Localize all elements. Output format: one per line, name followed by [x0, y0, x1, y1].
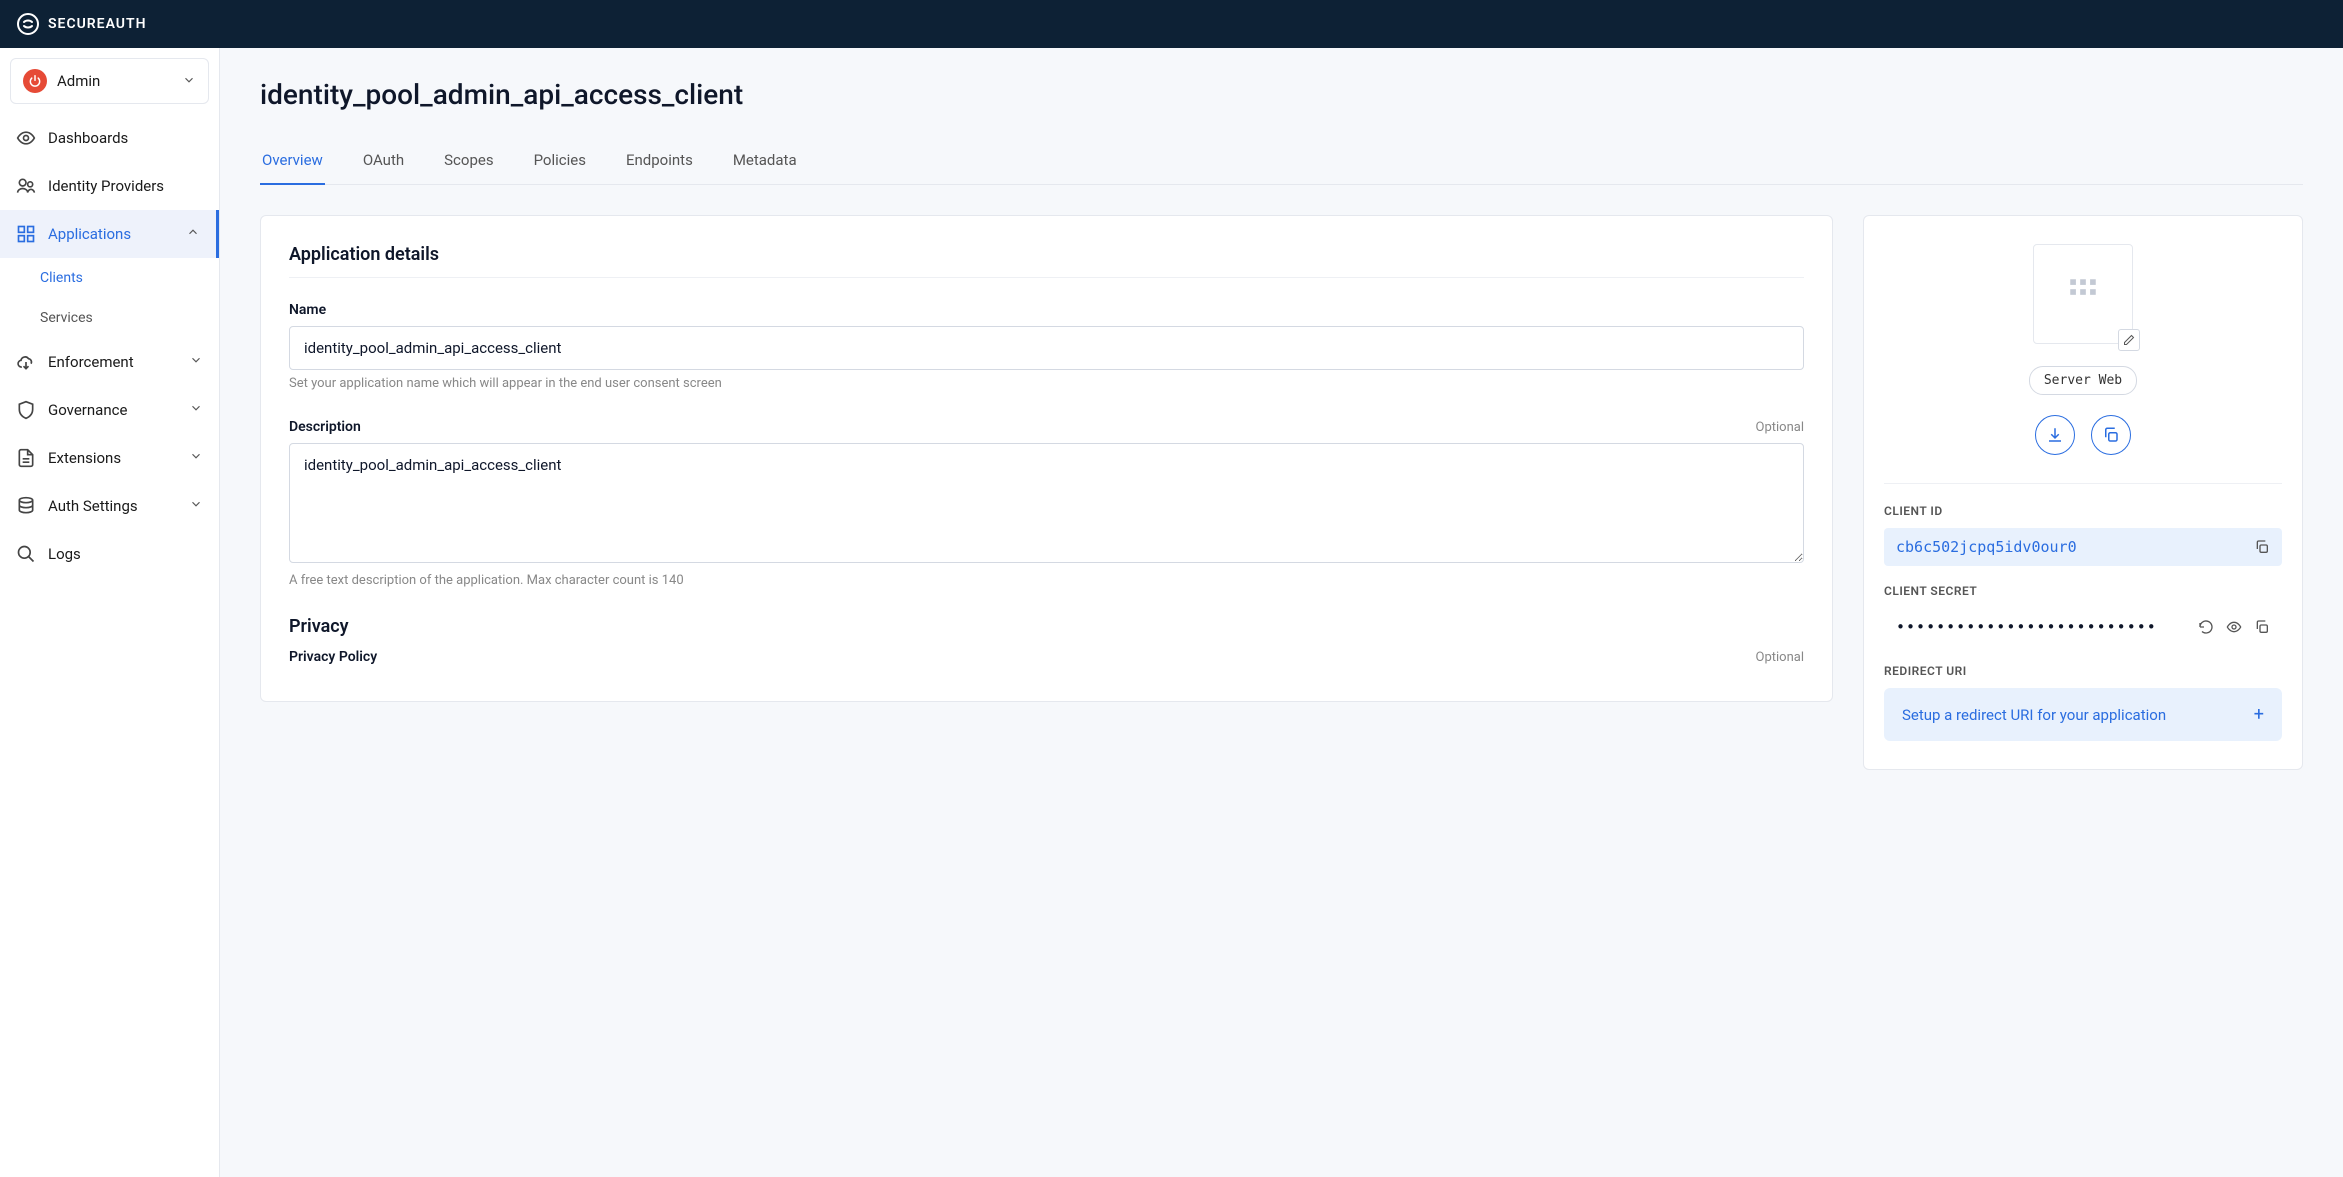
cloud-icon [16, 352, 36, 372]
sidebar-item-label: Identity Providers [48, 177, 203, 195]
chevron-down-icon [189, 497, 203, 515]
application-details-card: Application details Name Set your applic… [260, 215, 1833, 702]
tabs: Overview OAuth Scopes Policies Endpoints… [260, 141, 2303, 185]
sidebar-item-logs[interactable]: Logs [0, 530, 219, 578]
app-header: SECUREAUTH [0, 0, 2343, 48]
sidebar-item-identity-providers[interactable]: Identity Providers [0, 162, 219, 210]
copy-icon [2254, 619, 2270, 635]
copy-secret-button[interactable] [2254, 619, 2270, 635]
people-icon [16, 176, 36, 196]
copy-client-id-button[interactable] [2254, 539, 2270, 555]
sidebar-item-label: Governance [48, 401, 177, 419]
page-title: identity_pool_admin_api_access_client [260, 78, 2303, 111]
sidebar-subitem-clients[interactable]: Clients [0, 258, 219, 298]
grid-icon [16, 224, 36, 244]
description-optional: Optional [1756, 420, 1804, 435]
sidebar-item-applications[interactable]: Applications [0, 210, 219, 258]
admin-workspace-select[interactable]: Admin [10, 58, 209, 104]
tab-oauth[interactable]: OAuth [361, 141, 406, 185]
client-secret-label: CLIENT SECRET [1884, 584, 2282, 598]
app-logo-tile [2033, 244, 2133, 344]
sidebar-subitem-services[interactable]: Services [0, 298, 219, 338]
name-label: Name [289, 302, 326, 318]
client-secret-value: •••••••••••••••••••••••••• [1896, 618, 2157, 636]
app-grid-icon [2066, 275, 2100, 313]
privacy-policy-label: Privacy Policy [289, 649, 377, 665]
sidebar-item-enforcement[interactable]: Enforcement [0, 338, 219, 386]
sidebar-item-auth-settings[interactable]: Auth Settings [0, 482, 219, 530]
client-secret-row: •••••••••••••••••••••••••• [1884, 608, 2282, 646]
document-icon [16, 448, 36, 468]
section-title-app-details: Application details [289, 244, 1804, 278]
description-help: A free text description of the applicati… [289, 573, 1804, 588]
pencil-icon [2123, 334, 2135, 346]
chevron-up-icon [186, 225, 200, 243]
sidebar: Admin Dashboards Identity Providers Appl… [0, 48, 220, 1177]
brand-icon [16, 12, 40, 36]
brand-logo: SECUREAUTH [16, 12, 147, 36]
divider [1884, 483, 2282, 484]
sidebar-item-label: Logs [48, 545, 203, 563]
download-icon [2046, 426, 2064, 444]
redirect-uri-label: REDIRECT URI [1884, 664, 2282, 678]
client-info-card: Server Web CLIENT ID cb6c502jcpq5idv0our… [1863, 215, 2303, 770]
sidebar-item-label: Enforcement [48, 353, 177, 371]
admin-label: Admin [57, 72, 172, 90]
description-label: Description [289, 419, 361, 435]
tab-overview[interactable]: Overview [260, 141, 325, 185]
redirect-setup-text: Setup a redirect URI for your applicatio… [1902, 706, 2166, 724]
shield-icon [16, 400, 36, 420]
tab-endpoints[interactable]: Endpoints [624, 141, 695, 185]
tab-metadata[interactable]: Metadata [731, 141, 799, 185]
sidebar-item-label: Applications [48, 225, 174, 243]
main-content: identity_pool_admin_api_access_client Ov… [220, 48, 2343, 1177]
setup-redirect-button[interactable]: Setup a redirect URI for your applicatio… [1884, 688, 2282, 741]
app-type-tag: Server Web [2029, 366, 2137, 395]
tab-scopes[interactable]: Scopes [442, 141, 495, 185]
database-icon [16, 496, 36, 516]
sidebar-item-dashboards[interactable]: Dashboards [0, 114, 219, 162]
regenerate-secret-button[interactable] [2198, 619, 2214, 635]
chevron-down-icon [182, 72, 196, 91]
chevron-down-icon [189, 353, 203, 371]
eye-icon [16, 128, 36, 148]
reveal-secret-button[interactable] [2226, 619, 2242, 635]
copy-button[interactable] [2091, 415, 2131, 455]
plus-icon: + [2254, 704, 2264, 725]
refresh-icon [2198, 619, 2214, 635]
eye-icon [2226, 619, 2242, 635]
download-button[interactable] [2035, 415, 2075, 455]
name-help: Set your application name which will app… [289, 376, 1804, 391]
sidebar-item-label: Extensions [48, 449, 177, 467]
name-input[interactable] [289, 326, 1804, 370]
sidebar-item-governance[interactable]: Governance [0, 386, 219, 434]
edit-logo-button[interactable] [2118, 329, 2140, 351]
copy-icon [2254, 539, 2270, 555]
chevron-down-icon [189, 401, 203, 419]
power-icon [23, 69, 47, 93]
chevron-down-icon [189, 449, 203, 467]
client-id-label: CLIENT ID [1884, 504, 2282, 518]
copy-icon [2102, 426, 2120, 444]
client-id-row: cb6c502jcpq5idv0our0 [1884, 528, 2282, 566]
search-icon [16, 544, 36, 564]
brand-text: SECUREAUTH [48, 16, 147, 32]
section-title-privacy: Privacy [289, 616, 1804, 637]
description-input[interactable] [289, 443, 1804, 563]
sidebar-item-extensions[interactable]: Extensions [0, 434, 219, 482]
client-id-value: cb6c502jcpq5idv0our0 [1896, 538, 2077, 556]
privacy-policy-optional: Optional [1756, 650, 1804, 665]
tab-policies[interactable]: Policies [532, 141, 588, 185]
sidebar-item-label: Auth Settings [48, 497, 177, 515]
sidebar-item-label: Dashboards [48, 129, 203, 147]
